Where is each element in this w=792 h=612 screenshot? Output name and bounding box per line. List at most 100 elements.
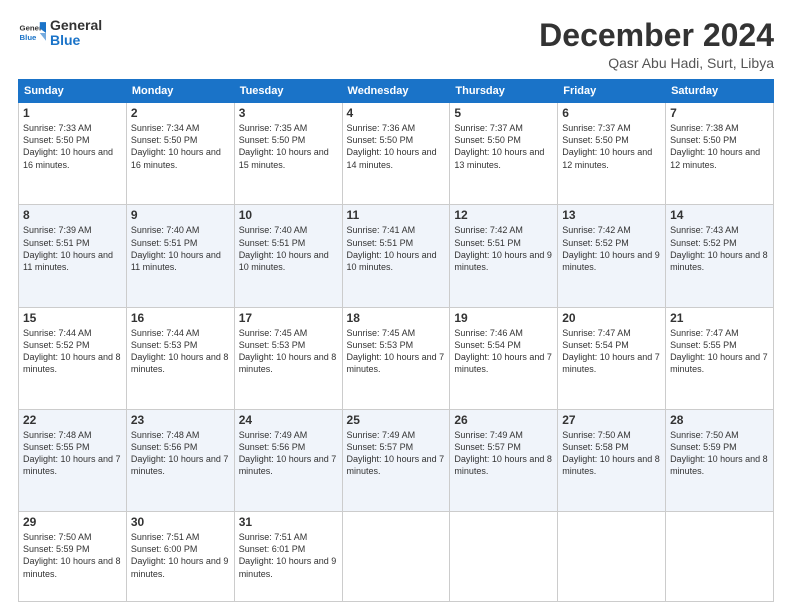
day-info: Sunrise: 7:50 AMSunset: 5:58 PMDaylight:… bbox=[562, 429, 661, 478]
day-number: 20 bbox=[562, 311, 661, 325]
day-number: 9 bbox=[131, 208, 230, 222]
day-cell-16: 16 Sunrise: 7:44 AMSunset: 5:53 PMDayligh… bbox=[126, 307, 234, 409]
day-cell-1: 1 Sunrise: 7:33 AMSunset: 5:50 PMDaylight… bbox=[19, 103, 127, 205]
logo: General Blue General Blue bbox=[18, 18, 102, 49]
day-info: Sunrise: 7:33 AMSunset: 5:50 PMDaylight:… bbox=[23, 122, 122, 171]
day-cell-6: 6 Sunrise: 7:37 AMSunset: 5:50 PMDaylight… bbox=[558, 103, 666, 205]
empty-cell bbox=[450, 512, 558, 602]
day-number: 23 bbox=[131, 413, 230, 427]
day-number: 16 bbox=[131, 311, 230, 325]
day-info: Sunrise: 7:45 AMSunset: 5:53 PMDaylight:… bbox=[239, 327, 338, 376]
page: General Blue General Blue December 2024 … bbox=[0, 0, 792, 612]
day-info: Sunrise: 7:42 AMSunset: 5:52 PMDaylight:… bbox=[562, 224, 661, 273]
day-info: Sunrise: 7:46 AMSunset: 5:54 PMDaylight:… bbox=[454, 327, 553, 376]
day-cell-24: 24 Sunrise: 7:49 AMSunset: 5:56 PMDayligh… bbox=[234, 409, 342, 511]
day-info: Sunrise: 7:37 AMSunset: 5:50 PMDaylight:… bbox=[562, 122, 661, 171]
calendar-week-3: 15Sunrise: 7:44 AMSunset: 5:52 PMDayligh… bbox=[19, 307, 774, 409]
day-number: 17 bbox=[239, 311, 338, 325]
day-number: 18 bbox=[347, 311, 446, 325]
empty-cell bbox=[666, 512, 774, 602]
logo-icon: General Blue bbox=[18, 19, 46, 47]
day-cell-31: 31 Sunrise: 7:51 AMSunset: 6:01 PMDayligh… bbox=[234, 512, 342, 602]
day-number: 7 bbox=[670, 106, 769, 120]
month-title: December 2024 bbox=[539, 18, 774, 53]
day-cell-4: 4 Sunrise: 7:36 AMSunset: 5:50 PMDaylight… bbox=[342, 103, 450, 205]
day-info: Sunrise: 7:49 AMSunset: 5:57 PMDaylight:… bbox=[347, 429, 446, 478]
day-info: Sunrise: 7:34 AMSunset: 5:50 PMDaylight:… bbox=[131, 122, 230, 171]
day-number: 1 bbox=[23, 106, 122, 120]
day-number: 24 bbox=[239, 413, 338, 427]
col-header-friday: Friday bbox=[558, 80, 666, 103]
day-number: 25 bbox=[347, 413, 446, 427]
day-cell-13: 13 Sunrise: 7:42 AMSunset: 5:52 PMDayligh… bbox=[558, 205, 666, 307]
day-info: Sunrise: 7:49 AMSunset: 5:57 PMDaylight:… bbox=[454, 429, 553, 478]
logo-blue: Blue bbox=[50, 33, 102, 48]
day-info: Sunrise: 7:47 AMSunset: 5:55 PMDaylight:… bbox=[670, 327, 769, 376]
day-number: 21 bbox=[670, 311, 769, 325]
day-cell-15: 15Sunrise: 7:44 AMSunset: 5:52 PMDayligh… bbox=[19, 307, 127, 409]
day-number: 3 bbox=[239, 106, 338, 120]
day-cell-21: 21 Sunrise: 7:47 AMSunset: 5:55 PMDayligh… bbox=[666, 307, 774, 409]
day-number: 14 bbox=[670, 208, 769, 222]
day-number: 6 bbox=[562, 106, 661, 120]
day-cell-9: 9Sunrise: 7:40 AMSunset: 5:51 PMDaylight… bbox=[126, 205, 234, 307]
calendar-week-1: 1 Sunrise: 7:33 AMSunset: 5:50 PMDaylight… bbox=[19, 103, 774, 205]
day-cell-11: 11 Sunrise: 7:41 AMSunset: 5:51 PMDayligh… bbox=[342, 205, 450, 307]
day-info: Sunrise: 7:49 AMSunset: 5:56 PMDaylight:… bbox=[239, 429, 338, 478]
day-info: Sunrise: 7:43 AMSunset: 5:52 PMDaylight:… bbox=[670, 224, 769, 273]
day-info: Sunrise: 7:37 AMSunset: 5:50 PMDaylight:… bbox=[454, 122, 553, 171]
col-header-sunday: Sunday bbox=[19, 80, 127, 103]
day-cell-2: 2 Sunrise: 7:34 AMSunset: 5:50 PMDaylight… bbox=[126, 103, 234, 205]
calendar-week-4: 22 Sunrise: 7:48 AMSunset: 5:55 PMDayligh… bbox=[19, 409, 774, 511]
day-info: Sunrise: 7:42 AMSunset: 5:51 PMDaylight:… bbox=[454, 224, 553, 273]
day-info: Sunrise: 7:41 AMSunset: 5:51 PMDaylight:… bbox=[347, 224, 446, 273]
day-info: Sunrise: 7:39 AMSunset: 5:51 PMDaylight:… bbox=[23, 224, 122, 273]
day-cell-19: 19 Sunrise: 7:46 AMSunset: 5:54 PMDayligh… bbox=[450, 307, 558, 409]
day-number: 30 bbox=[131, 515, 230, 529]
day-number: 2 bbox=[131, 106, 230, 120]
col-header-tuesday: Tuesday bbox=[234, 80, 342, 103]
day-number: 27 bbox=[562, 413, 661, 427]
header: General Blue General Blue December 2024 … bbox=[18, 18, 774, 71]
day-number: 19 bbox=[454, 311, 553, 325]
day-cell-22: 22 Sunrise: 7:48 AMSunset: 5:55 PMDayligh… bbox=[19, 409, 127, 511]
day-number: 12 bbox=[454, 208, 553, 222]
location: Qasr Abu Hadi, Surt, Libya bbox=[539, 55, 774, 71]
day-number: 5 bbox=[454, 106, 553, 120]
day-cell-25: 25 Sunrise: 7:49 AMSunset: 5:57 PMDayligh… bbox=[342, 409, 450, 511]
day-number: 11 bbox=[347, 208, 446, 222]
day-info: Sunrise: 7:48 AMSunset: 5:55 PMDaylight:… bbox=[23, 429, 122, 478]
col-header-saturday: Saturday bbox=[666, 80, 774, 103]
day-number: 15 bbox=[23, 311, 122, 325]
day-cell-28: 28Sunrise: 7:50 AMSunset: 5:59 PMDayligh… bbox=[666, 409, 774, 511]
day-cell-27: 27 Sunrise: 7:50 AMSunset: 5:58 PMDayligh… bbox=[558, 409, 666, 511]
day-number: 4 bbox=[347, 106, 446, 120]
col-header-monday: Monday bbox=[126, 80, 234, 103]
day-cell-8: 8 Sunrise: 7:39 AMSunset: 5:51 PMDaylight… bbox=[19, 205, 127, 307]
logo-general: General bbox=[50, 18, 102, 33]
day-info: Sunrise: 7:50 AMSunset: 5:59 PMDaylight:… bbox=[670, 429, 769, 478]
day-info: Sunrise: 7:38 AMSunset: 5:50 PMDaylight:… bbox=[670, 122, 769, 171]
day-cell-29: 29Sunrise: 7:50 AMSunset: 5:59 PMDayligh… bbox=[19, 512, 127, 602]
day-number: 31 bbox=[239, 515, 338, 529]
day-number: 13 bbox=[562, 208, 661, 222]
day-cell-18: 18 Sunrise: 7:45 AMSunset: 5:53 PMDayligh… bbox=[342, 307, 450, 409]
day-info: Sunrise: 7:45 AMSunset: 5:53 PMDaylight:… bbox=[347, 327, 446, 376]
calendar-week-5: 29Sunrise: 7:50 AMSunset: 5:59 PMDayligh… bbox=[19, 512, 774, 602]
calendar-header-row: SundayMondayTuesdayWednesdayThursdayFrid… bbox=[19, 80, 774, 103]
empty-cell bbox=[342, 512, 450, 602]
col-header-thursday: Thursday bbox=[450, 80, 558, 103]
day-info: Sunrise: 7:48 AMSunset: 5:56 PMDaylight:… bbox=[131, 429, 230, 478]
day-info: Sunrise: 7:36 AMSunset: 5:50 PMDaylight:… bbox=[347, 122, 446, 171]
day-info: Sunrise: 7:44 AMSunset: 5:53 PMDaylight:… bbox=[131, 327, 230, 376]
day-number: 22 bbox=[23, 413, 122, 427]
day-number: 8 bbox=[23, 208, 122, 222]
col-header-wednesday: Wednesday bbox=[342, 80, 450, 103]
day-number: 10 bbox=[239, 208, 338, 222]
day-number: 26 bbox=[454, 413, 553, 427]
calendar-week-2: 8 Sunrise: 7:39 AMSunset: 5:51 PMDaylight… bbox=[19, 205, 774, 307]
day-cell-26: 26 Sunrise: 7:49 AMSunset: 5:57 PMDayligh… bbox=[450, 409, 558, 511]
day-info: Sunrise: 7:51 AMSunset: 6:01 PMDaylight:… bbox=[239, 531, 338, 580]
empty-cell bbox=[558, 512, 666, 602]
day-cell-14: 14 Sunrise: 7:43 AMSunset: 5:52 PMDayligh… bbox=[666, 205, 774, 307]
